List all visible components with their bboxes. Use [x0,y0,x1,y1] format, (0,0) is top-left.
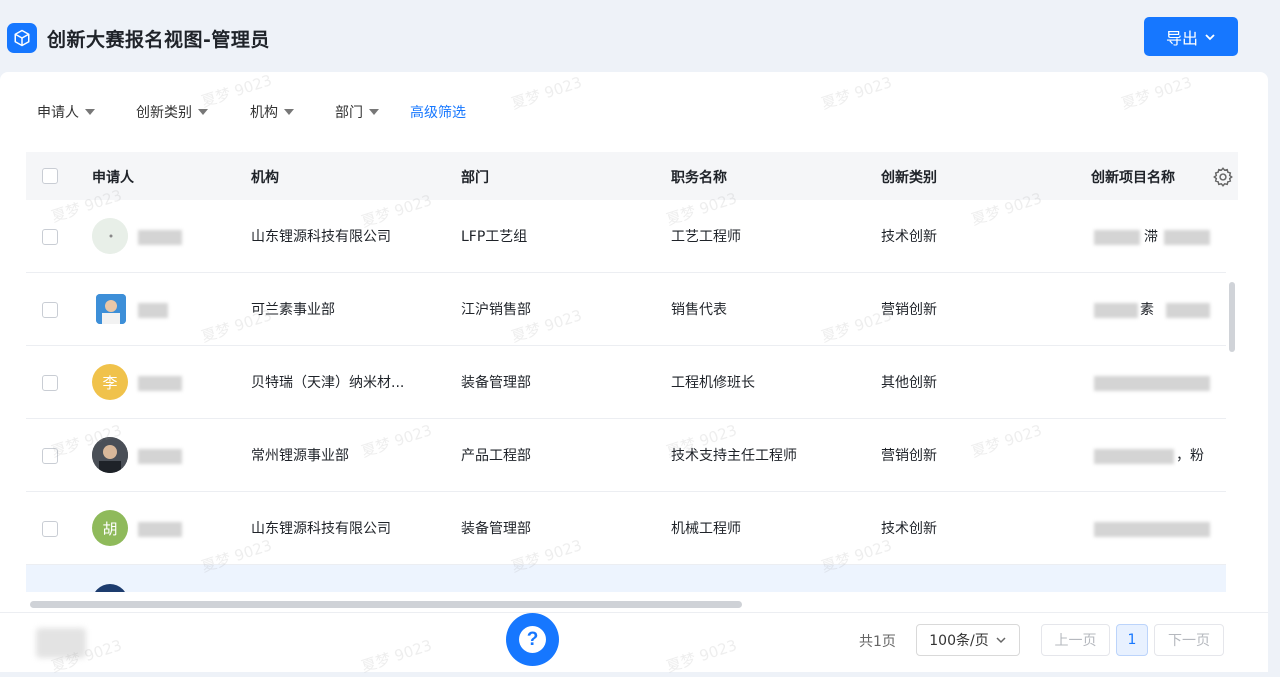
cell-category: 技术创新 [881,521,937,537]
cell-job-title: 工艺工程师 [671,229,741,245]
cell-organization: 山东锂源科技有限公司 [251,229,391,245]
cell-department: 装备管理部 [461,375,531,391]
table-row[interactable]: 可兰素事业部 江沪销售部 销售代表 营销创新 素 [26,273,1226,346]
caret-down-icon [85,109,95,115]
filter-applicant[interactable]: 申请人 [37,102,95,122]
top-bar: 创新大赛报名视图-管理员 导出 [0,0,1280,72]
cell-organization: 山东锂源科技有限公司 [251,521,391,537]
cell-job-title: 机械工程师 [671,521,741,537]
vertical-scrollbar[interactable] [1229,282,1235,352]
filter-label: 机构 [250,105,278,121]
cell-department: 装备管理部 [461,521,531,537]
caret-down-icon [198,109,208,115]
filter-bar: 申请人 创新类别 机构 部门 高级筛选 [0,72,1268,150]
cell-organization: 贝特瑞（天津）纳米材... [251,375,405,391]
redacted-project [1094,522,1210,537]
redacted-project [1094,303,1138,318]
filter-label: 创新类别 [136,105,192,121]
select-all-checkbox[interactable] [42,168,58,184]
chevron-down-icon [996,637,1006,644]
avatar [92,437,128,473]
filter-label: 申请人 [37,105,79,121]
table-row-selected[interactable] [26,565,1226,592]
cell-category: 技术创新 [881,229,937,245]
redacted-project [1164,230,1210,245]
avatar [92,584,128,592]
caret-down-icon [369,109,379,115]
data-table: 申请人 机构 部门 职务名称 创新类别 创新项目名称 山东锂源科技有限公司 LF… [26,152,1238,592]
redacted-project [1166,303,1210,318]
cell-job-title: 技术支持主任工程师 [671,448,797,464]
gear-icon[interactable] [1212,166,1234,188]
row-checkbox[interactable] [42,229,58,245]
redacted-project [1094,376,1210,391]
caret-down-icon [284,109,294,115]
cell-organization: 可兰素事业部 [251,302,335,318]
redacted-project [1094,230,1140,245]
next-page-button[interactable]: 下一页 [1154,624,1224,656]
redacted-name [138,376,182,391]
table-row[interactable]: 常州锂源事业部 产品工程部 技术支持主任工程师 营销创新 ，粉 [26,419,1226,492]
redacted-name [138,522,182,537]
header-innovation-category[interactable]: 创新类别 [881,167,937,187]
cell-project-fragment: 滞 [1144,229,1158,245]
main-panel: 申请人 创新类别 机构 部门 高级筛选 申请人 机构 部门 职务名称 创新类别 … [0,72,1268,672]
row-checkbox[interactable] [42,302,58,318]
row-checkbox[interactable] [42,521,58,537]
cell-category: 营销创新 [881,448,937,464]
avatar: 胡 [92,510,128,546]
cell-department: 江沪销售部 [461,302,531,318]
filter-organization[interactable]: 机构 [250,102,294,122]
redacted-name [138,230,182,245]
avatar: 李 [92,364,128,400]
cell-department: 产品工程部 [461,448,531,464]
export-label: 导出 [1165,28,1198,48]
advanced-filter-link[interactable]: 高级筛选 [410,102,466,122]
row-checkbox[interactable] [42,448,58,464]
redacted-name [138,449,182,464]
prev-page-button[interactable]: 上一页 [1041,624,1110,656]
question-icon: ? [519,626,546,653]
cell-project-fragment: 素 [1140,302,1154,318]
page-number-current[interactable]: 1 [1116,624,1148,656]
header-organization[interactable]: 机构 [251,167,279,187]
total-pages: 共1页 [859,634,896,650]
table-row[interactable]: 山东锂源科技有限公司 LFP工艺组 工艺工程师 技术创新 滞 [26,200,1226,273]
horizontal-scrollbar[interactable] [30,601,742,608]
table-row[interactable]: 李 贝特瑞（天津）纳米材... 装备管理部 工程机修班长 其他创新 [26,346,1226,419]
cell-department: LFP工艺组 [461,229,528,245]
cell-organization: 常州锂源事业部 [251,448,349,464]
header-project-name[interactable]: 创新项目名称 [1091,167,1175,187]
row-checkbox[interactable] [42,375,58,391]
table-row[interactable]: 胡 山东锂源科技有限公司 装备管理部 机械工程师 技术创新 [26,492,1226,565]
cell-category: 营销创新 [881,302,937,318]
header-job-title[interactable]: 职务名称 [671,167,727,187]
filter-label: 部门 [335,105,363,121]
header-department[interactable]: 部门 [461,167,489,187]
page-size-select[interactable]: 100条/页 [916,624,1020,656]
filter-department[interactable]: 部门 [335,102,379,122]
filter-innovation-category[interactable]: 创新类别 [136,102,208,122]
export-button[interactable]: 导出 [1144,17,1238,56]
cube-icon [7,23,37,53]
chevron-down-icon [1205,33,1215,40]
cell-job-title: 工程机修班长 [671,375,755,391]
avatar [92,218,128,254]
cell-job-title: 销售代表 [671,302,727,318]
page-title: 创新大赛报名视图-管理员 [47,29,270,51]
redacted-name [138,303,168,318]
header-applicant[interactable]: 申请人 [92,167,134,187]
redacted-project [1094,449,1174,464]
table-header: 申请人 机构 部门 职务名称 创新类别 创新项目名称 [26,152,1238,200]
redacted-footer-info [36,628,86,658]
cell-category: 其他创新 [881,375,937,391]
page-size-label: 100条/页 [929,633,989,649]
help-button[interactable]: ? [506,613,559,666]
cell-project-fragment: ，粉 [1176,448,1204,464]
avatar [96,294,126,324]
